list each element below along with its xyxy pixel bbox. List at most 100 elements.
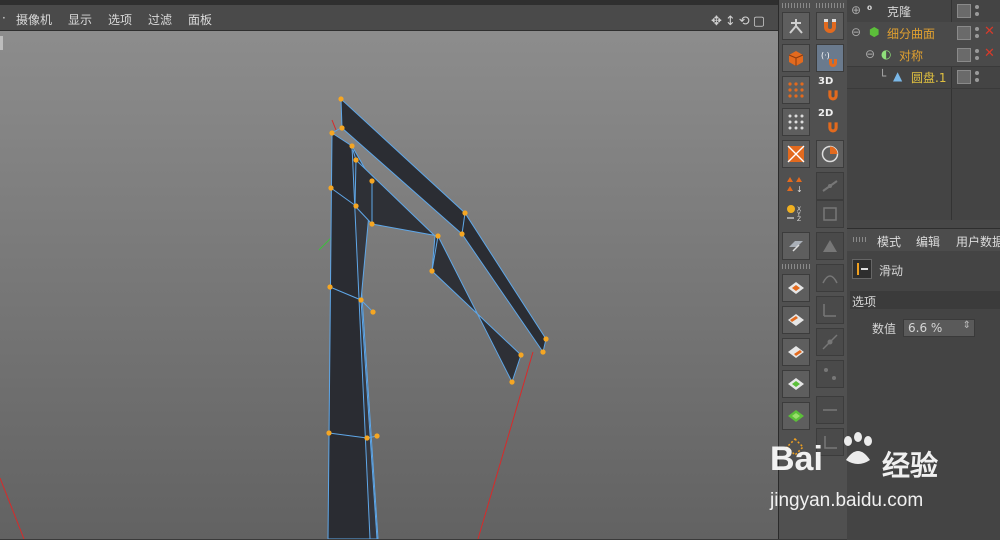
uv-mode-button[interactable]: ↓ (782, 172, 810, 200)
plane-green-icon (788, 378, 804, 390)
object-label-disc[interactable]: 圆盘.1 (911, 69, 946, 86)
snap-option-disabled-8 (816, 396, 844, 424)
magnet-tool-button[interactable] (816, 12, 844, 40)
snap-polygon-icon (823, 240, 837, 252)
menubar-handle: · (2, 11, 6, 25)
viewport-nav-icons: ✥↕⟲▢ (711, 14, 768, 29)
watermark-url: jingyan.baidu.com (770, 490, 924, 511)
subdivision-icon: ⬢ (869, 25, 880, 39)
red-guide-line (477, 351, 534, 539)
tab-mode[interactable]: 模式 (877, 233, 901, 250)
texture-scale-button[interactable] (782, 338, 810, 366)
snap-option-disabled-4 (816, 264, 844, 292)
object-row-disc[interactable]: └ ▲ 圆盘.1 (847, 66, 1000, 89)
tweak-icon (789, 241, 803, 252)
snap-axis-icon (823, 304, 836, 317)
editor-visibility-tag[interactable] (957, 4, 971, 18)
red-guide-line-left (0, 477, 25, 539)
object-row-subdivision[interactable]: ⊖ ⬢ 细分曲面 ✕ (847, 22, 1000, 45)
value-text: 6.6 % (908, 321, 943, 335)
object-label-cloner[interactable]: 克隆 (887, 3, 911, 20)
snap-option-disabled-1 (816, 172, 844, 200)
palette-grip[interactable] (816, 3, 844, 8)
attr-grip[interactable] (853, 237, 867, 242)
texture-rotate-button[interactable] (782, 370, 810, 398)
magnet-snap-icon: (·) (821, 51, 837, 67)
tree-expand-icon[interactable]: ⊕ (851, 3, 861, 17)
render-dot[interactable] (975, 27, 979, 31)
move-view-icon[interactable]: ✥ (711, 14, 725, 29)
object-label-symmetry[interactable]: 对称 (899, 47, 923, 64)
render-dot[interactable] (975, 5, 979, 9)
model-mode-button[interactable] (782, 44, 810, 72)
polygon-icon (787, 145, 805, 163)
disabled-x-icon[interactable]: ✕ (984, 46, 995, 61)
viewport-menubar: · 摄像机 显示 选项 过滤 面板 ✥↕⟲▢ (0, 5, 778, 31)
section-header[interactable]: 选项 (850, 291, 1000, 309)
triangles-icon: ↓ (787, 177, 803, 194)
menu-camera[interactable]: 摄像机 (16, 11, 52, 28)
snap-option-disabled-6 (816, 328, 844, 356)
menu-panel[interactable]: 面板 (188, 11, 212, 28)
object-label-subdivision[interactable]: 细分曲面 (887, 25, 935, 42)
edges-mode-button[interactable] (782, 108, 810, 136)
render-dot[interactable] (975, 49, 979, 53)
render-dot[interactable] (975, 34, 979, 38)
snap-enable-button[interactable]: (·) (816, 44, 844, 72)
snap-edge-icon (823, 207, 837, 221)
texture-tool-button[interactable] (782, 274, 810, 302)
snap-vertex-icon (822, 180, 838, 192)
render-dot[interactable] (975, 78, 979, 82)
green-axis-line (318, 236, 333, 251)
zoom-view-icon[interactable]: ↕ (725, 14, 739, 29)
snap-3d-button[interactable]: 3D (816, 76, 844, 104)
menu-filter[interactable]: 过滤 (148, 11, 172, 28)
tree-collapse-icon[interactable]: ⊖ (865, 47, 875, 61)
workplane-button[interactable] (782, 402, 810, 430)
magnet-icon (824, 19, 836, 33)
maximize-view-icon[interactable]: ▢ (753, 14, 768, 29)
tab-edit[interactable]: 编辑 (916, 233, 940, 250)
watermark-brand: Bai (770, 440, 823, 478)
tweak-mode-button[interactable] (782, 232, 810, 260)
figure-icon (789, 19, 803, 34)
editor-visibility-tag[interactable] (957, 26, 971, 40)
render-dot[interactable] (975, 56, 979, 60)
polygons-mode-button[interactable] (782, 140, 810, 168)
render-dot[interactable] (975, 12, 979, 16)
menu-display[interactable]: 显示 (68, 11, 92, 28)
tree-collapse-icon[interactable]: ⊖ (851, 25, 861, 39)
snap-settings-button[interactable] (816, 140, 844, 168)
menu-options[interactable]: 选项 (108, 11, 132, 28)
rotate-view-icon[interactable]: ⟲ (739, 14, 753, 29)
tab-user-data[interactable]: 用户数据 (956, 233, 1000, 250)
tool-name: 滑动 (879, 264, 904, 278)
plane-green-icon (788, 410, 804, 422)
snap-guide-icon (823, 409, 837, 411)
texture-move-button[interactable] (782, 306, 810, 334)
points-grid-icon (788, 82, 804, 98)
object-row-symmetry[interactable]: ⊖ ◐ 对称 ✕ (847, 44, 1000, 67)
points-mode-button[interactable] (782, 76, 810, 104)
snap-tool-button[interactable] (782, 12, 810, 40)
value-input[interactable]: 6.6 % ⇕ (903, 319, 975, 337)
object-manager: ⊕ ⁰ 克隆 ⊖ ⬢ 细分曲面 ✕ ⊖ ◐ 对称 ✕ └ ▲ 圆盘.1 (847, 0, 1000, 220)
baidu-watermark: Bai 经验 jingyan.baidu.com (770, 430, 980, 520)
magnet-icon (828, 122, 838, 133)
snap-spline-icon (822, 275, 838, 284)
editor-visibility-tag[interactable] (957, 48, 971, 62)
3d-viewport[interactable]: · 摄像机 显示 选项 过滤 面板 ✥↕⟲▢ (0, 0, 778, 539)
axis-mode-button[interactable]: XYZ (782, 200, 810, 228)
snap-2d-button[interactable]: 2D (816, 108, 844, 136)
cloner-icon: ⁰ (867, 3, 873, 17)
palette-grip[interactable] (782, 264, 810, 269)
scene-geometry[interactable] (0, 30, 778, 539)
editor-visibility-tag[interactable] (957, 70, 971, 84)
disabled-x-icon[interactable]: ✕ (984, 24, 995, 39)
snap-option-disabled-3 (816, 232, 844, 260)
palette-grip[interactable] (782, 3, 810, 8)
stepper-arrows-icon[interactable]: ⇕ (963, 320, 971, 331)
render-dot[interactable] (975, 71, 979, 75)
object-row-cloner[interactable]: ⊕ ⁰ 克隆 (847, 0, 1000, 23)
slide-tool-icon (852, 259, 872, 279)
